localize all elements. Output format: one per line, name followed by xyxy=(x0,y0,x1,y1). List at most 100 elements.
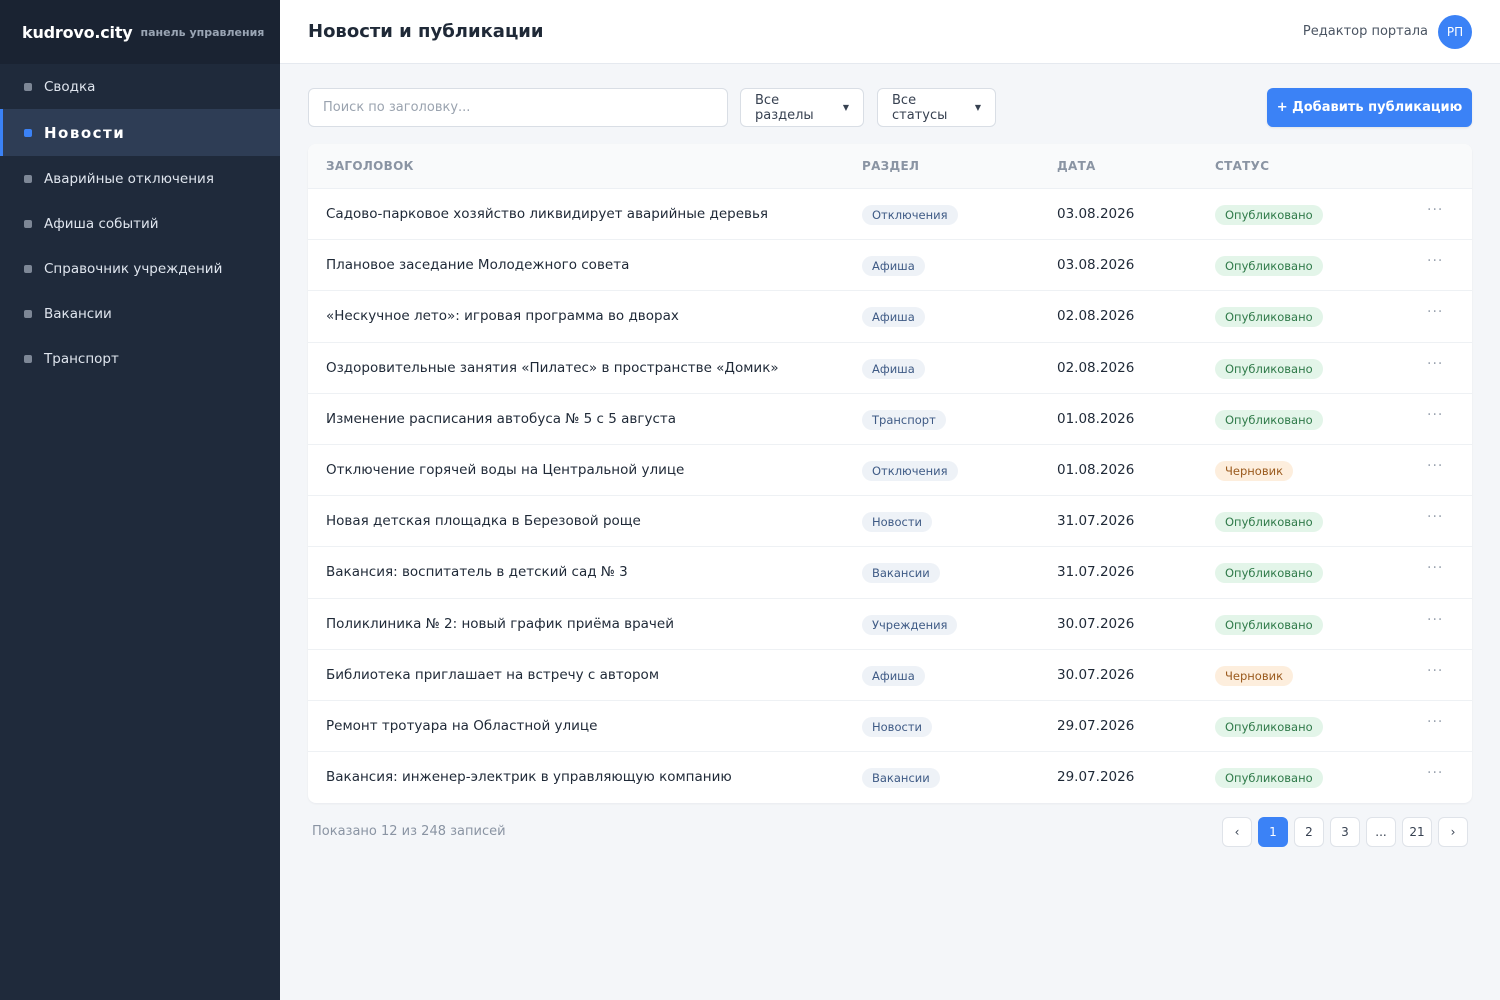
caret-down-icon: ▼ xyxy=(842,103,849,112)
sidebar-item-label: Справочник учреждений xyxy=(44,260,223,277)
page-button[interactable]: 21 xyxy=(1402,817,1432,847)
status-badge: Опубликовано xyxy=(1215,563,1323,584)
sidebar-item-label: Вакансии xyxy=(44,305,112,322)
page-header: Новости и публикации Редактор портала РП xyxy=(280,0,1500,64)
user-name: Редактор портала xyxy=(1302,24,1428,39)
records-summary: Показано 12 из 248 записей xyxy=(312,824,506,839)
row-title[interactable]: Отключение горячей воды на Центральной у… xyxy=(326,462,684,478)
sidebar-item[interactable]: Сводка xyxy=(0,64,280,109)
sidebar-item[interactable]: Аварийные отключения xyxy=(0,156,280,201)
avatar[interactable]: РП xyxy=(1438,14,1472,49)
more-actions-icon[interactable]: ··· xyxy=(1427,356,1443,372)
toolbar: Все разделы ▼ Все статусы ▼ + Добавить п… xyxy=(308,88,1472,128)
sidebar-item[interactable]: Транспорт xyxy=(0,336,280,381)
table-row[interactable]: Вакансия: инженер-электрик в управляющую… xyxy=(308,752,1472,803)
table-row[interactable]: Изменение расписания автобуса № 5 с 5 ав… xyxy=(308,394,1472,445)
row-title[interactable]: Плановое заседание Молодежного совета xyxy=(326,257,629,273)
row-date: 30.07.2026 xyxy=(1057,666,1135,683)
page-title: Новости и публикации xyxy=(308,21,544,42)
status-filter-select[interactable]: Все статусы ▼ xyxy=(877,88,996,127)
brand-logo-text[interactable]: kudrovo.city xyxy=(22,23,133,42)
table-row[interactable]: Оздоровительные занятия «Пилатес» в прос… xyxy=(308,343,1472,394)
row-title[interactable]: Изменение расписания автобуса № 5 с 5 ав… xyxy=(326,411,676,427)
publications-table: ЗАГОЛОВОК РАЗДЕЛ ДАТА СТАТУС Садово-парк… xyxy=(308,144,1472,803)
section-tag: Учреждения xyxy=(862,614,958,635)
column-header-date[interactable]: ДАТА xyxy=(1057,159,1096,173)
status-badge: Опубликовано xyxy=(1215,358,1323,379)
row-title[interactable]: Новая детская площадка в Березовой роще xyxy=(326,513,641,529)
row-title[interactable]: Поликлиника № 2: новый график приёма вра… xyxy=(326,616,674,632)
row-title[interactable]: Вакансия: инженер-электрик в управляющую… xyxy=(326,769,732,785)
table-row[interactable]: «Нескучное лето»: игровая программа во д… xyxy=(308,291,1472,343)
status-badge: Опубликовано xyxy=(1215,409,1323,430)
section-tag: Афиша xyxy=(862,307,925,328)
more-actions-icon[interactable]: ··· xyxy=(1427,765,1443,781)
table-row[interactable]: Новая детская площадка в Березовой роще Н… xyxy=(308,496,1472,548)
sidebar-item[interactable]: Новости xyxy=(0,109,280,156)
table-row[interactable]: Поликлиника № 2: новый график приёма вра… xyxy=(308,599,1472,650)
row-title[interactable]: Оздоровительные занятия «Пилатес» в прос… xyxy=(326,360,779,376)
status-badge: Опубликовано xyxy=(1215,256,1323,277)
table-body: Садово-парковое хозяйство ликвидирует ав… xyxy=(308,189,1472,803)
next-page-button[interactable]: › xyxy=(1438,817,1468,847)
prev-page-button[interactable]: ‹ xyxy=(1222,817,1252,847)
more-actions-icon[interactable]: ··· xyxy=(1427,509,1443,525)
more-actions-icon[interactable]: ··· xyxy=(1427,458,1443,474)
caret-down-icon: ▼ xyxy=(974,103,981,112)
bullet-icon xyxy=(24,174,32,183)
table-row[interactable]: Плановое заседание Молодежного совета Афи… xyxy=(308,240,1472,292)
more-actions-icon[interactable]: ··· xyxy=(1427,560,1443,576)
add-publication-button[interactable]: + Добавить публикацию xyxy=(1267,88,1472,127)
more-actions-icon[interactable]: ··· xyxy=(1427,714,1443,730)
brand-subtitle: панель управления xyxy=(140,25,265,39)
row-title[interactable]: Библиотека приглашает на встречу с автор… xyxy=(326,667,659,683)
section-filter-select[interactable]: Все разделы ▼ xyxy=(740,88,864,127)
search-input[interactable] xyxy=(308,88,728,127)
more-actions-icon[interactable]: ··· xyxy=(1427,253,1443,269)
more-actions-icon[interactable]: ··· xyxy=(1427,304,1443,320)
page-button[interactable]: 2 xyxy=(1294,817,1324,847)
bullet-icon xyxy=(24,82,32,91)
section-tag: Вакансии xyxy=(862,768,940,789)
row-title[interactable]: Садово-парковое хозяйство ликвидирует ав… xyxy=(326,206,768,222)
section-tag: Афиша xyxy=(862,665,925,686)
more-actions-icon[interactable]: ··· xyxy=(1427,407,1443,423)
user-menu[interactable]: Редактор портала РП xyxy=(1302,14,1472,49)
bullet-icon xyxy=(24,354,32,363)
status-badge: Опубликовано xyxy=(1215,716,1323,737)
table-row[interactable]: Садово-парковое хозяйство ликвидирует ав… xyxy=(308,189,1472,241)
status-badge: Черновик xyxy=(1215,460,1294,481)
page-button[interactable]: 3 xyxy=(1330,817,1360,847)
sidebar-item-label: Аварийные отключения xyxy=(44,170,214,187)
sidebar-item[interactable]: Справочник учреждений xyxy=(0,246,280,291)
more-actions-icon[interactable]: ··· xyxy=(1427,202,1443,218)
table-row[interactable]: Ремонт тротуара на Областной улице Новост… xyxy=(308,701,1472,753)
row-date: 03.08.2026 xyxy=(1057,206,1135,222)
row-title[interactable]: Вакансия: воспитатель в детский сад № 3 xyxy=(326,564,628,580)
section-tag: Транспорт xyxy=(862,409,946,430)
status-badge: Опубликовано xyxy=(1215,614,1323,635)
table-row[interactable]: Вакансия: воспитатель в детский сад № 3 В… xyxy=(308,547,1472,599)
row-date: 31.07.2026 xyxy=(1057,564,1135,581)
more-actions-icon[interactable]: ··· xyxy=(1427,612,1443,628)
table-row[interactable]: Отключение горячей воды на Центральной у… xyxy=(308,445,1472,497)
status-badge: Опубликовано xyxy=(1215,768,1323,789)
column-header-status[interactable]: СТАТУС xyxy=(1215,159,1269,173)
section-tag: Отключения xyxy=(862,460,958,481)
row-date: 30.07.2026 xyxy=(1057,615,1135,632)
row-title[interactable]: Ремонт тротуара на Областной улице xyxy=(326,718,597,734)
section-tag: Вакансии xyxy=(862,563,940,584)
column-header-section[interactable]: РАЗДЕЛ xyxy=(862,159,919,173)
row-title[interactable]: «Нескучное лето»: игровая программа во д… xyxy=(326,308,679,324)
status-badge: Опубликовано xyxy=(1215,512,1323,533)
status-badge: Опубликовано xyxy=(1215,205,1323,225)
column-header-title[interactable]: ЗАГОЛОВОК xyxy=(326,159,414,173)
table-row[interactable]: Библиотека приглашает на встречу с автор… xyxy=(308,650,1472,701)
page-button[interactable]: 1 xyxy=(1258,817,1288,847)
more-actions-icon[interactable]: ··· xyxy=(1427,663,1443,679)
sidebar-item[interactable]: Вакансии xyxy=(0,291,280,336)
sidebar-item[interactable]: Афиша событий xyxy=(0,201,280,246)
sidebar-item-label: Транспорт xyxy=(44,350,119,367)
page-button: ... xyxy=(1366,817,1396,847)
status-badge: Опубликовано xyxy=(1215,307,1323,328)
